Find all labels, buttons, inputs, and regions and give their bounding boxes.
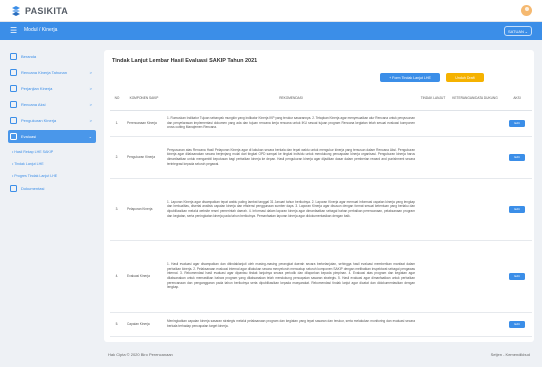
sidebar-item-label: Evaluasi <box>21 134 37 139</box>
page-title: Tindak Lanjut Lembar Hasil Evaluasi SAKI… <box>112 58 258 64</box>
cell-component: Evaluasi Kinerja <box>124 240 164 313</box>
chevron-down-icon: ⌄ <box>524 29 528 34</box>
download-draft-button[interactable]: Unduh Draft <box>446 73 484 82</box>
cell-note <box>448 110 502 137</box>
cell-recommendation: 1. Hasil evaluasi agar disampaikan dan d… <box>164 240 418 313</box>
cell-action: Edit <box>502 178 532 241</box>
cell-component: Capaian Kinerja <box>124 312 164 337</box>
cell-no: 2. <box>110 136 124 179</box>
nav-bar: ☰ Modul / Kinerja SATUAN ⌄ <box>0 22 542 40</box>
sidebar-item-label: Rencana Kinerja Tahunan <box>21 70 67 75</box>
column-header-note: KETERANGAN/DATA DUKUNG <box>448 86 502 111</box>
sidebar-item-label: Rencana Aksi <box>21 102 46 107</box>
cell-recommendation: 1. Rumuskan Indikator Tujuan sebanyak mu… <box>164 110 418 137</box>
sidebar-item-label: Beranda <box>21 54 37 59</box>
table-row: 4. Evaluasi Kinerja 1. Hasil evaluasi ag… <box>110 240 532 313</box>
cell-component: Pelaporan Kinerja <box>124 178 164 241</box>
sidebar-item-rencana-aksi[interactable]: Rencana Aksi > <box>8 98 96 111</box>
cell-follow-up <box>418 312 448 337</box>
sidebar-item-label: Dokumentasi <box>21 186 45 191</box>
edit-button[interactable]: Edit <box>509 320 525 328</box>
table-header-row: NO KOMPONEN SAKIP REKOMENDASI TINDAK LAN… <box>110 86 532 111</box>
cell-no: 1. <box>110 110 124 137</box>
chevron-right-icon: > <box>89 102 92 107</box>
column-header-action: AKSI <box>502 86 532 111</box>
column-header-no: NO <box>110 86 124 111</box>
sidebar-item-perjanjian-kinerja[interactable]: Perjanjian Kinerja > <box>8 82 96 95</box>
sidebar-item-beranda[interactable]: Beranda <box>8 50 96 63</box>
cell-no: 5. <box>110 312 124 337</box>
cell-action: Edit <box>502 136 532 179</box>
table-row: 2. Pengukuran Kinerja Penyusunan atas Re… <box>110 136 532 179</box>
column-header-component: KOMPONEN SAKIP <box>124 86 164 111</box>
sidebar-subitem-progres[interactable]: • Progres Tindak Lanjut LHE <box>8 170 96 182</box>
doc-icon <box>10 69 17 76</box>
cell-component: Perencanaan Kinerja <box>124 110 164 137</box>
file-icon <box>10 85 17 92</box>
cell-action: Edit <box>502 110 532 137</box>
folder-icon <box>10 185 17 192</box>
edit-button[interactable]: Edit <box>509 272 525 280</box>
sidebar-item-rencana-kinerja[interactable]: Rencana Kinerja Tahunan > <box>8 66 96 79</box>
table-row: 3. Pelaporan Kinerja 1. Laporan Kinerja … <box>110 178 532 241</box>
table-row: 5. Capaian Kinerja Meningkatkan capaian … <box>110 312 532 337</box>
sidebar-item-pengukuran-kinerja[interactable]: Pengukuran Kinerja > <box>8 114 96 127</box>
unit-dropdown[interactable]: SATUAN ⌄ <box>504 26 532 36</box>
table-row: 1. Perencanaan Kinerja 1. Rumuskan Indik… <box>110 110 532 137</box>
cell-note <box>448 312 502 337</box>
sidebar: Beranda Rencana Kinerja Tahunan > Perjan… <box>8 50 96 198</box>
cell-follow-up <box>418 240 448 313</box>
column-header-follow-up: TINDAK LANJUT <box>418 86 448 111</box>
sidebar-subitem-rekap-lhe[interactable]: • Hasil Rekap LHE SAKIP <box>8 146 96 158</box>
sidebar-item-dokumentasi[interactable]: Dokumentasi <box>8 182 96 195</box>
unit-dropdown-label: SATUAN <box>508 29 524 34</box>
main-panel: Tindak Lanjut Lembar Hasil Evaluasi SAKI… <box>104 50 534 342</box>
cell-component: Pengukuran Kinerja <box>124 136 164 179</box>
cell-recommendation: Penyusunan atas Rencana Hasil Pelaporan … <box>164 136 418 179</box>
chevron-right-icon: > <box>89 86 92 91</box>
sidebar-subitem-tindak-lanjut[interactable]: • Tindak Lanjut LHE <box>8 158 96 170</box>
sidebar-item-evaluasi[interactable]: Evaluasi ⌄ <box>8 130 96 143</box>
chevron-right-icon: > <box>89 70 92 75</box>
cell-recommendation: Meningkatkan capaian kinerja sasaran str… <box>164 312 418 337</box>
grid-icon <box>10 133 17 140</box>
brand-name: PASIKITA <box>25 6 69 16</box>
column-header-recommendation: REKOMENDASI <box>164 86 418 111</box>
cell-recommendation: 1. Laporan Kinerja agar disampaikan tepa… <box>164 178 418 241</box>
chevron-right-icon: > <box>89 118 92 123</box>
home-icon <box>10 53 17 60</box>
cell-follow-up <box>418 178 448 241</box>
sidebar-item-label: Pengukuran Kinerja <box>21 118 57 123</box>
cell-follow-up <box>418 136 448 179</box>
cell-action: Edit <box>502 240 532 313</box>
cell-follow-up <box>418 110 448 137</box>
chart-icon <box>10 117 17 124</box>
user-avatar[interactable] <box>521 5 532 16</box>
top-bar: PASIKITA <box>0 0 542 22</box>
edit-button[interactable]: Edit <box>509 119 525 127</box>
hamburger-icon[interactable]: ☰ <box>10 27 18 35</box>
sidebar-item-label: Perjanjian Kinerja <box>21 86 53 91</box>
breadcrumb: Modul / Kinerja <box>24 27 58 33</box>
cell-action: Edit <box>502 312 532 337</box>
edit-button[interactable]: Edit <box>509 153 525 161</box>
cell-no: 3. <box>110 178 124 241</box>
footer: Hak Cipta © 2020 Biro Perencanaan Setjen… <box>104 350 534 360</box>
cell-no: 4. <box>110 240 124 313</box>
footer-org: Setjen - Kemendikbud <box>490 352 530 357</box>
cell-note <box>448 240 502 313</box>
follow-up-table: NO KOMPONEN SAKIP REKOMENDASI TINDAK LAN… <box>110 86 532 337</box>
brand-logo[interactable]: PASIKITA <box>10 5 68 17</box>
edit-icon <box>10 101 17 108</box>
cell-note <box>448 136 502 179</box>
add-follow-up-button[interactable]: + Form Tindak Lanjut LHE <box>380 73 440 82</box>
edit-button[interactable]: Edit <box>509 205 525 213</box>
footer-copyright: Hak Cipta © 2020 Biro Perencanaan <box>108 352 173 357</box>
chevron-down-icon: ⌄ <box>88 134 92 139</box>
cell-note <box>448 178 502 241</box>
logo-icon <box>10 5 22 17</box>
